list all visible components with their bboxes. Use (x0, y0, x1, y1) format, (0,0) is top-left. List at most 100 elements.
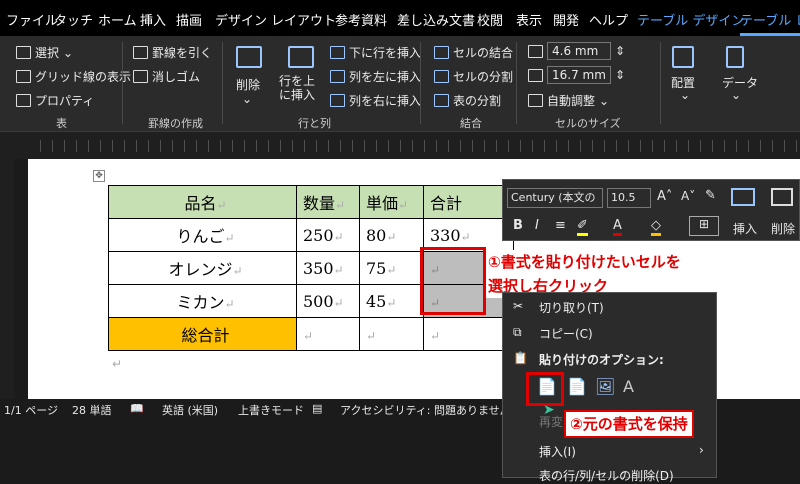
tab-table-layout[interactable]: テーブル レイ (740, 10, 800, 29)
menu-item-insert[interactable]: 挿入(I) (539, 443, 576, 460)
cell-width-input[interactable]: 16.7 mm (547, 66, 611, 84)
table-cell[interactable]: 75↵ (359, 251, 424, 285)
tab-layout[interactable]: レイアウト (271, 10, 336, 29)
grow-font-icon[interactable]: A˄ (657, 189, 672, 204)
accessibility-status[interactable]: アクセシビリティ: 問題ありません (340, 402, 511, 418)
table-cell[interactable]: ↵ (359, 317, 424, 351)
insert-right-icon (330, 94, 345, 107)
tab-view[interactable]: 表示 (516, 10, 542, 29)
font-size-box[interactable]: 10.5 (607, 188, 651, 208)
table-cell[interactable]: ミカン↵ (108, 284, 297, 318)
tab-file[interactable]: ファイル (6, 10, 58, 29)
table-cell[interactable]: ↵ (296, 317, 360, 351)
delete-button[interactable]: 削除 (236, 76, 260, 93)
menu-bar: ファイル タッチ ホーム 挿入 描画 デザイン レイアウト 参考資料 差し込み文… (0, 0, 800, 36)
tab-table-design[interactable]: テーブル デザイン (637, 10, 744, 29)
cell-text: 45 (366, 291, 387, 311)
header-cell-total[interactable]: 合計 (423, 185, 514, 219)
insert-left-button[interactable]: 列を左に挿入 (330, 68, 421, 85)
menu-item-copy[interactable]: コピー(C) (539, 325, 593, 342)
spinner-icon[interactable]: ⇕ (615, 44, 625, 58)
header-cell-price[interactable]: 単価↵ (359, 185, 424, 219)
keep-text-only-icon[interactable]: A (623, 377, 634, 396)
draw-border-button[interactable]: 罫線を引く (133, 44, 212, 61)
format-painter-icon[interactable]: ✎ (705, 188, 716, 203)
table-cell[interactable]: りんご↵ (108, 218, 297, 252)
table-cell[interactable]: 80↵ (359, 218, 424, 252)
tab-touch[interactable]: タッチ (54, 10, 93, 29)
split-table-button[interactable]: 表の分割 (434, 92, 501, 109)
table-cell[interactable]: 350↵ (296, 251, 360, 285)
overtype-mode[interactable]: 上書きモード (238, 402, 304, 418)
separator (516, 42, 517, 124)
shading-icon[interactable]: ◇ (651, 218, 661, 236)
cell-text: ミカン (176, 293, 225, 312)
insert-above-button[interactable]: 行を上に挿入 (279, 74, 323, 102)
minibar-insert-button[interactable]: 挿入 (733, 220, 757, 237)
split-cells-button[interactable]: セルの分割 (434, 68, 513, 85)
autofit-button[interactable]: 自動調整 ⌄ (528, 92, 609, 109)
gridlines-label: グリッド線の表示 (35, 70, 132, 84)
spinner-icon[interactable]: ⇕ (615, 68, 625, 82)
language[interactable]: 英語 (米国) (162, 402, 218, 418)
tab-home[interactable]: ホーム (98, 10, 137, 29)
eraser-button[interactable]: 消しゴム (133, 68, 200, 85)
properties-button[interactable]: プロパティ (16, 92, 94, 109)
bold-icon[interactable]: B (513, 218, 523, 233)
proofing-icon[interactable]: 📖 (130, 402, 144, 415)
table-cell[interactable]: 500↵ (296, 284, 360, 318)
center-align-icon[interactable]: ≡ (555, 218, 566, 233)
minibar-delete-button[interactable]: 削除 (771, 220, 795, 237)
page-count[interactable]: 1/1 ページ (4, 402, 58, 418)
select-button[interactable]: 選択 ⌄ (16, 44, 73, 61)
paste-picture-icon[interactable]: 🖼 (595, 377, 615, 396)
table-cell[interactable]: 45↵ (359, 284, 424, 318)
total-label-cell[interactable]: 総合計 (108, 317, 297, 351)
separator (420, 42, 421, 124)
tab-help[interactable]: ヘルプ (589, 10, 628, 29)
cell-width-control: 16.7 mm ⇕ (528, 66, 625, 84)
paragraph-mark: ↵ (460, 229, 471, 244)
menu-item-cut[interactable]: 切り取り(T) (539, 299, 604, 316)
tab-design[interactable]: デザイン (215, 10, 267, 29)
insert-below-button[interactable]: 下に行を挿入 (330, 44, 421, 61)
group-label-table: 表 (56, 117, 67, 130)
tab-draw[interactable]: 描画 (176, 10, 202, 29)
paragraph-mark: ↵ (398, 198, 409, 212)
borders-icon[interactable]: ⊞ (689, 216, 719, 236)
font-name-box[interactable]: Century (本文の (507, 188, 603, 208)
cell-text: 75 (366, 258, 387, 278)
tab-developer[interactable]: 開発 (553, 10, 579, 29)
header-cell-item[interactable]: 品名↵ (108, 185, 297, 219)
header-cell-qty[interactable]: 数量↵ (296, 185, 360, 219)
separator (222, 42, 223, 124)
tab-insert[interactable]: 挿入 (140, 10, 166, 29)
table-cell[interactable]: ↵ (423, 317, 514, 351)
chevron-down-icon: ⌄ (63, 45, 74, 60)
shrink-font-icon[interactable]: A˅ (681, 189, 695, 203)
table-cell[interactable]: オレンジ↵ (108, 251, 297, 285)
merge-cells-button[interactable]: セルの結合 (434, 44, 513, 61)
italic-icon[interactable]: I (535, 218, 539, 233)
cell-text: 単価 (366, 194, 399, 213)
tab-references[interactable]: 参考資料 (335, 10, 387, 29)
gridlines-button[interactable]: グリッド線の表示 (16, 68, 131, 85)
paragraph-mark: ↵ (216, 198, 227, 212)
cell-text: 350 (303, 258, 334, 278)
highlight-icon[interactable]: ✐ (577, 218, 588, 236)
table-header-row: 品名↵ 数量↵ 単価↵ 合計 (108, 185, 514, 219)
paragraph-mark: ↵ (333, 295, 344, 310)
table-move-handle-icon[interactable]: ✥ (93, 170, 105, 182)
cell-height-input[interactable]: 4.6 mm (547, 42, 611, 60)
menu-item-delete-cells[interactable]: 表の行/列/セルの削除(D) (539, 467, 674, 484)
paste-options-label: 貼り付けのオプション: (539, 353, 664, 367)
word-count[interactable]: 28 単語 (72, 402, 112, 418)
focus-icon[interactable]: ▤ (312, 402, 322, 415)
font-color-icon[interactable]: A (613, 218, 622, 236)
tab-review[interactable]: 校閲 (477, 10, 503, 29)
merge-formatting-icon[interactable]: 📄 (567, 377, 587, 396)
delete-table-icon (771, 188, 793, 206)
table-cell[interactable]: 250↵ (296, 218, 360, 252)
insert-right-button[interactable]: 列を右に挿入 (330, 92, 421, 109)
tab-mailings[interactable]: 差し込み文書 (397, 10, 475, 29)
